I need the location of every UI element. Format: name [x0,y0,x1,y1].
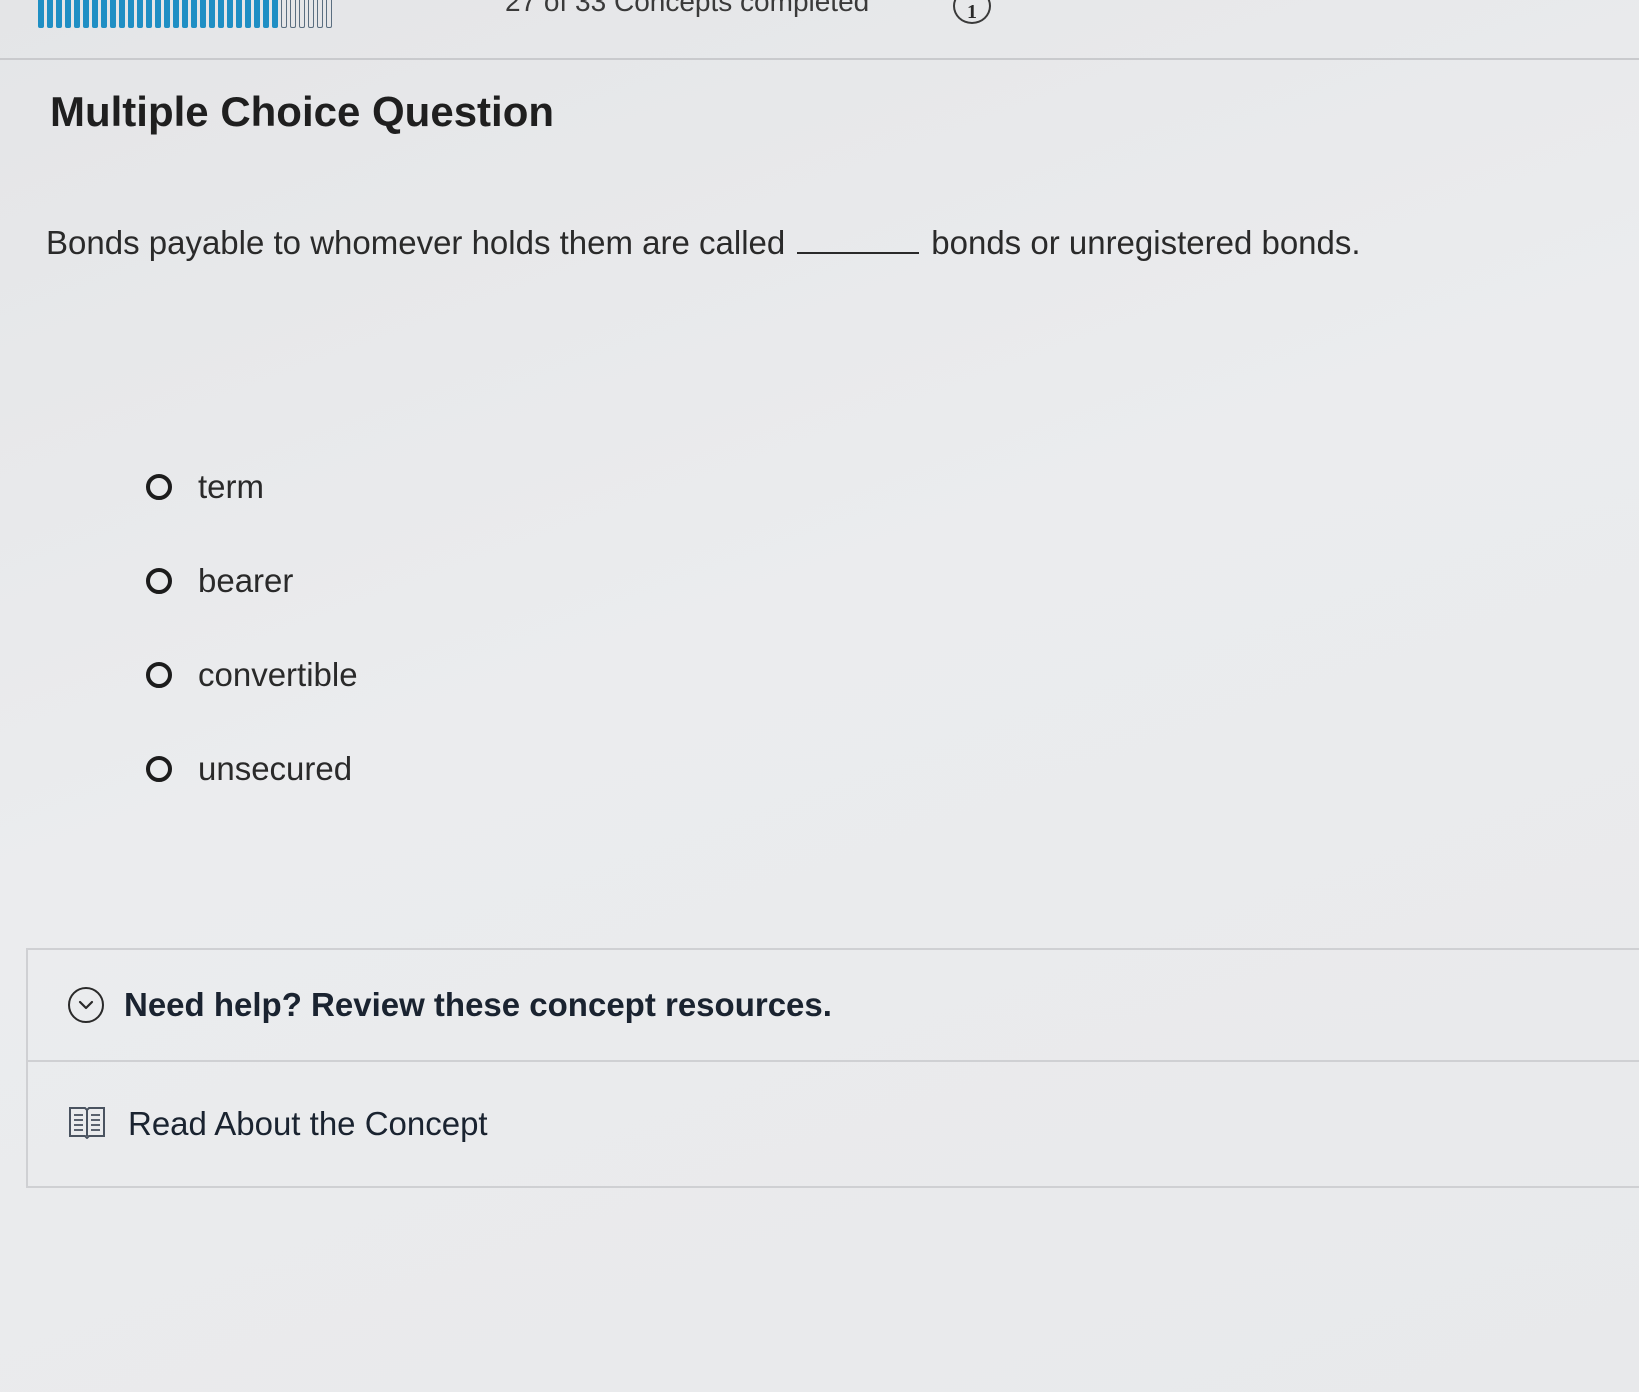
progress-text: 27 of 33 Concepts completed [505,0,870,17]
progress-bar [38,0,478,28]
question-text-end: bonds or unregistered bonds. [931,224,1361,261]
progress-segment-complete [92,0,98,28]
progress-segment-complete [101,0,107,28]
read-about-concept-link[interactable]: Read About the Concept [28,1062,1639,1186]
progress-segment-incomplete [290,0,296,28]
option-bearer[interactable]: bearer [146,534,358,628]
progress-segment-complete [227,0,233,28]
progress-segment-incomplete [299,0,305,28]
page: 27 of 33 Concepts completed 1 Multiple C… [0,0,1639,1392]
progress-segment-complete [200,0,206,28]
progress-segment-complete [272,0,278,28]
progress-segment-incomplete [281,0,287,28]
question-text: Bonds payable to whomever holds them are… [46,224,1361,262]
option-convertible[interactable]: convertible [146,628,358,722]
help-panel: Need help? Review these concept resource… [26,948,1639,1188]
page-title: Multiple Choice Question [50,88,555,135]
progress-segment-complete [47,0,53,28]
progress-segment-complete [56,0,62,28]
progress-segment-complete [263,0,269,28]
progress-segment-complete [209,0,215,28]
help-toggle[interactable]: Need help? Review these concept resource… [28,950,1639,1062]
progress-segment-incomplete [308,0,314,28]
option-label: convertible [198,656,358,693]
help-title: Need help? Review these concept resource… [124,986,832,1023]
progress-segment-complete [146,0,152,28]
option-term[interactable]: term [146,440,358,534]
progress-segment-complete [38,0,44,28]
progress-segment-incomplete [326,0,332,28]
progress-segment-complete [182,0,188,28]
answer-options: term bearer convertible unsecured [146,440,358,816]
radio-button[interactable] [146,662,172,688]
info-icon[interactable]: 1 [953,0,991,24]
progress-segment-complete [164,0,170,28]
book-icon [68,1105,106,1144]
progress-segment-complete [218,0,224,28]
progress-segment-complete [74,0,80,28]
answer-blank [797,251,920,254]
progress-segment-incomplete [317,0,323,28]
progress-segment-complete [65,0,71,28]
radio-button[interactable] [146,568,172,594]
question-text-start: Bonds payable to whomever holds them are… [46,224,786,261]
progress-segment-complete [83,0,89,28]
progress-segment-complete [236,0,242,28]
progress-segment-complete [110,0,116,28]
progress-segment-complete [119,0,125,28]
progress-segment-complete [155,0,161,28]
progress-segment-complete [137,0,143,28]
option-label: bearer [198,562,294,599]
radio-button[interactable] [146,756,172,782]
chevron-down-icon[interactable] [68,987,104,1023]
progress-segment-complete [191,0,197,28]
radio-button[interactable] [146,474,172,500]
option-label: unsecured [198,750,353,787]
progress-header: 27 of 33 Concepts completed 1 [0,0,1639,60]
option-unsecured[interactable]: unsecured [146,722,358,816]
progress-segment-complete [254,0,260,28]
option-label: term [198,468,264,505]
progress-segment-complete [245,0,251,28]
help-link-label: Read About the Concept [128,1105,488,1142]
progress-segment-complete [173,0,179,28]
progress-segment-complete [128,0,134,28]
